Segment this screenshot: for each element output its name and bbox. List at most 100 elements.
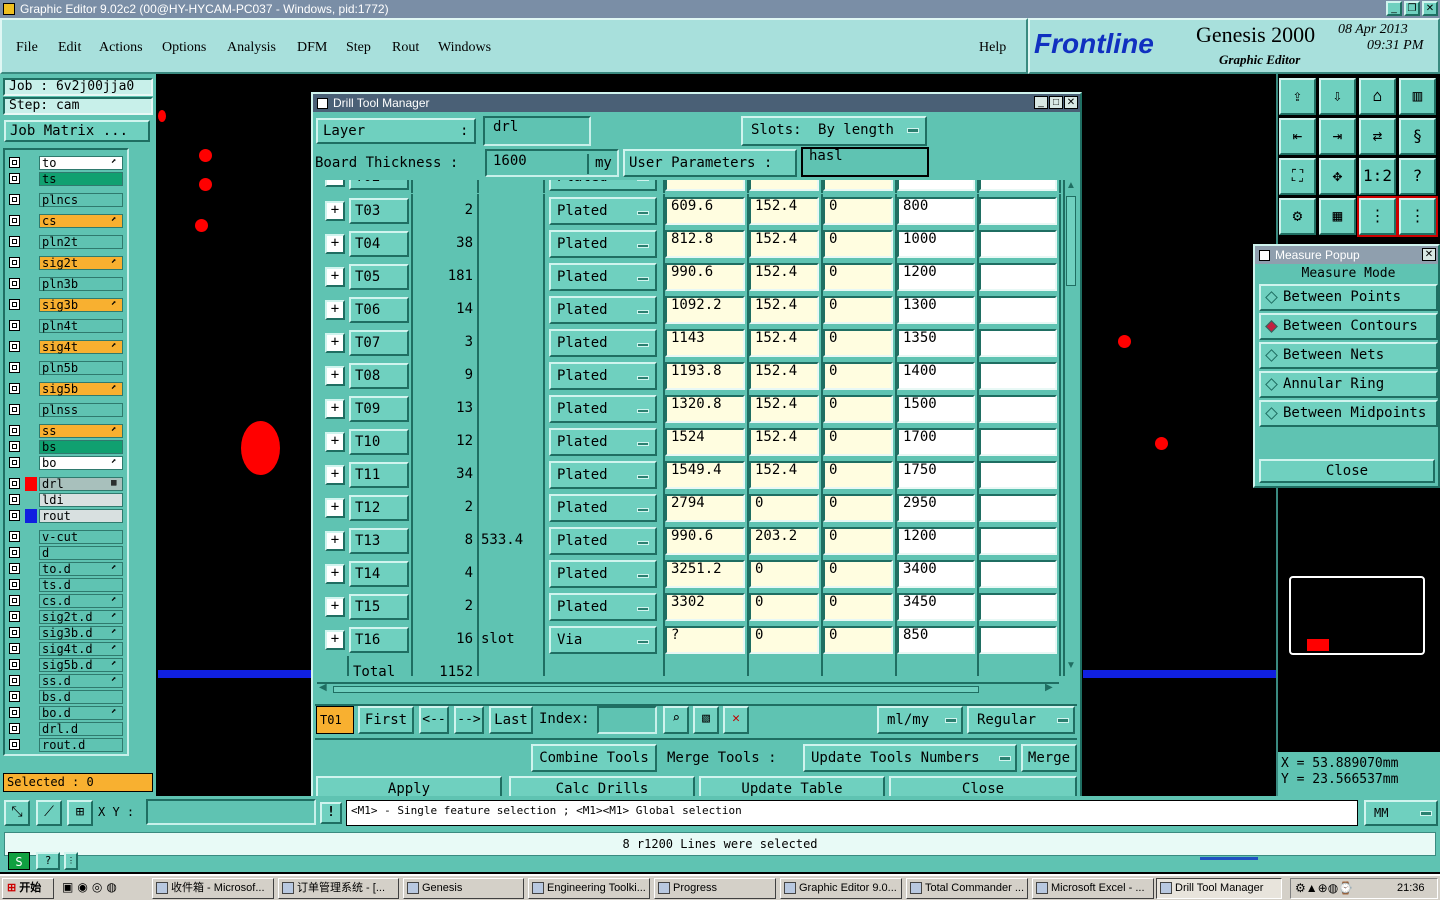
layer-checkbox[interactable] bbox=[9, 278, 20, 289]
layer-checkbox[interactable] bbox=[9, 362, 20, 373]
clear-icon[interactable]: ✕ bbox=[723, 706, 749, 734]
layer-checkbox[interactable] bbox=[9, 404, 20, 415]
menu-options[interactable]: Options bbox=[162, 40, 206, 56]
board-thickness-field[interactable]: 1600 my bbox=[485, 149, 619, 177]
expand-icon[interactable]: + bbox=[325, 180, 345, 187]
filter-icon[interactable]: ▧ bbox=[693, 706, 719, 734]
finish-size-field[interactable]: 609.6 bbox=[665, 197, 745, 225]
layer-name[interactable]: bs.d bbox=[39, 690, 123, 704]
tool-row[interactable]: + T10 12 Plated 1524 152.4 0 1700 bbox=[323, 425, 1061, 458]
menu-step[interactable]: Step bbox=[346, 40, 371, 56]
fit-icon[interactable]: ⛶ bbox=[1279, 158, 1316, 195]
first-button[interactable]: First bbox=[358, 706, 414, 734]
user-parameters-button[interactable]: User Parameters : bbox=[623, 149, 797, 177]
layer-checkbox[interactable] bbox=[9, 627, 20, 638]
layer-row[interactable]: to ⬈ bbox=[7, 156, 123, 171]
next-button[interactable]: --> bbox=[454, 706, 484, 734]
bit-field[interactable] bbox=[979, 263, 1057, 291]
layer-row[interactable]: ss ⬈ bbox=[7, 424, 123, 439]
menu-windows[interactable]: Windows bbox=[438, 40, 491, 56]
tolerance-minus-field[interactable]: 0 bbox=[823, 527, 893, 555]
drill-size-field[interactable]: 800 bbox=[897, 197, 975, 225]
layer-row[interactable]: sig4t ⬈ bbox=[7, 340, 123, 355]
tool-row[interactable]: + T09 13 Plated 1320.8 152.4 0 1500 bbox=[323, 392, 1061, 425]
layer-row[interactable]: v-cut bbox=[7, 530, 123, 545]
tool-row[interactable]: + T14 4 Plated 3251.2 0 0 3400 bbox=[323, 557, 1061, 590]
layer-row[interactable]: ts bbox=[7, 172, 123, 187]
finish-size-field[interactable]: 1092.2 bbox=[665, 296, 745, 324]
layer-field[interactable]: drl bbox=[483, 116, 591, 146]
bit-field[interactable] bbox=[979, 230, 1057, 258]
tool-row[interactable]: + T16 16 slot Via? 0 0 850 bbox=[323, 623, 1061, 656]
layer-name[interactable]: plncs bbox=[39, 193, 123, 207]
snake-icon[interactable]: § bbox=[1399, 118, 1436, 155]
tolerance-minus-field[interactable]: 0 bbox=[823, 626, 893, 654]
drill-size-field[interactable]: 850 bbox=[897, 626, 975, 654]
bit-field[interactable] bbox=[979, 560, 1057, 588]
menu-dfm[interactable]: DFM bbox=[297, 40, 327, 56]
tool-name[interactable]: T11 bbox=[349, 462, 409, 488]
taskbar-item[interactable]: Microsoft Excel - ... bbox=[1032, 878, 1154, 899]
tool-name[interactable]: T10 bbox=[349, 429, 409, 455]
bit-field[interactable] bbox=[979, 296, 1057, 324]
drill-size-field[interactable]: 3450 bbox=[897, 593, 975, 621]
tolerance-plus-field[interactable]: 152.4 bbox=[749, 230, 819, 258]
tool-type-dropdown[interactable]: Via bbox=[549, 626, 657, 654]
search-icon[interactable]: ⌕ bbox=[663, 706, 689, 734]
layer-checkbox[interactable] bbox=[9, 643, 20, 654]
job-matrix-button[interactable]: Job Matrix ... bbox=[4, 120, 150, 142]
finish-size-field[interactable]: 1143 bbox=[665, 329, 745, 357]
tool-type-dropdown[interactable]: Plated bbox=[549, 230, 657, 258]
scale-icon[interactable]: 1:2 bbox=[1359, 158, 1396, 195]
tool-name[interactable]: T14 bbox=[349, 561, 409, 587]
layer-row[interactable]: pln2t bbox=[7, 235, 123, 250]
close-window-button[interactable]: ✕ bbox=[1422, 1, 1438, 16]
tool-type-dropdown[interactable]: Plated bbox=[549, 461, 657, 489]
tool-row[interactable]: + T13 8 533.4 Plated 990.6 203.2 0 1200 bbox=[323, 524, 1061, 557]
layer-checkbox[interactable] bbox=[9, 341, 20, 352]
taskbar-item[interactable]: Progress bbox=[654, 878, 776, 899]
taskbar-item[interactable]: Genesis bbox=[403, 878, 524, 899]
layer-checkbox[interactable] bbox=[9, 723, 20, 734]
layer-row[interactable]: sig3b ⬈ bbox=[7, 298, 123, 313]
layer-row[interactable]: bo ⬈ bbox=[7, 456, 123, 471]
tool-row[interactable]: + T07 3 Plated 1143 152.4 0 1350 bbox=[323, 326, 1061, 359]
tool-name[interactable]: T07 bbox=[349, 330, 409, 356]
menu-edit[interactable]: Edit bbox=[58, 40, 81, 56]
browser-icon[interactable]: ◉ bbox=[77, 880, 87, 894]
layer-checkbox[interactable] bbox=[9, 611, 20, 622]
measure-option[interactable]: Between Nets bbox=[1259, 342, 1438, 369]
drill-size-field[interactable]: 1700 bbox=[897, 428, 975, 456]
expand-icon[interactable]: + bbox=[325, 267, 345, 287]
menu-analysis[interactable]: Analysis bbox=[227, 40, 276, 56]
layer-checkbox[interactable] bbox=[9, 236, 20, 247]
layer-row[interactable]: plncs bbox=[7, 193, 123, 208]
tool-name[interactable]: T08 bbox=[349, 363, 409, 389]
layer-name[interactable]: pln4t bbox=[39, 319, 123, 333]
tool-name[interactable]: T03 bbox=[349, 198, 409, 224]
export-icon[interactable]: ⇪ bbox=[1279, 78, 1316, 115]
tolerance-plus-field[interactable]: 203.2 bbox=[749, 527, 819, 555]
dialog-minimize-button[interactable]: _ bbox=[1034, 96, 1048, 109]
layer-name[interactable]: d bbox=[39, 546, 123, 560]
tool-type-dropdown[interactable]: Plated bbox=[549, 180, 657, 191]
layer-checkbox[interactable] bbox=[9, 215, 20, 226]
drill-size-field[interactable]: 1500 bbox=[897, 395, 975, 423]
layer-checkbox[interactable] bbox=[9, 691, 20, 702]
tool-type-dropdown[interactable]: Plated bbox=[549, 362, 657, 390]
tool-name[interactable]: T13 bbox=[349, 528, 409, 554]
tool-row-partial[interactable]: + T02 9 Plated 508 00 600 bbox=[323, 180, 1061, 193]
tolerance-plus-field[interactable]: 0 bbox=[749, 626, 819, 654]
taskbar-item[interactable]: 订单管理系统 - [... bbox=[278, 878, 399, 899]
merge-button[interactable]: Merge bbox=[1021, 744, 1077, 772]
expand-icon[interactable]: + bbox=[325, 300, 345, 320]
layer-row[interactable]: sig4t.d ⬈ bbox=[7, 642, 123, 657]
tool-type-dropdown[interactable]: Plated bbox=[549, 395, 657, 423]
net2-icon[interactable]: ⋮ bbox=[1397, 196, 1438, 237]
layer-name[interactable]: ldi bbox=[39, 493, 123, 507]
hscroll-thumb[interactable] bbox=[333, 686, 979, 693]
layer-checkbox[interactable] bbox=[9, 595, 20, 606]
tool-icon[interactable]: ⚙ bbox=[1279, 198, 1316, 235]
drill-size-field[interactable]: 1200 bbox=[897, 263, 975, 291]
combine-tools-button[interactable]: Combine Tools bbox=[531, 744, 657, 772]
